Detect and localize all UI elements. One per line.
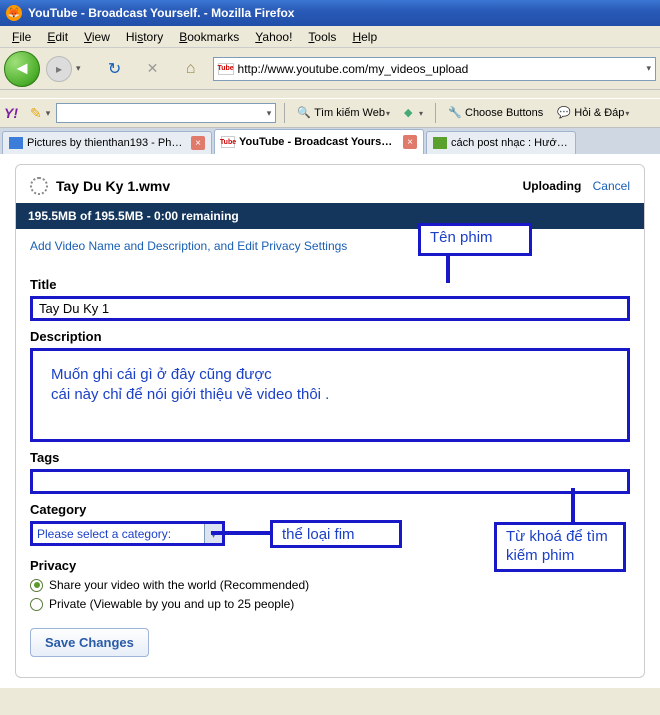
tags-label: Tags [30,450,630,465]
forward-button[interactable]: ▸ [46,56,72,82]
tab-photobucket[interactable]: Pictures by thienthan193 - Photobucket × [2,131,212,154]
yahoo-toolbar: Y! ✎ ▾ ▾ 🔍 Tìm kiếm Web ▾ ◆▾ 🔧 Choose Bu… [0,98,660,128]
qa-button[interactable]: 💬 Hỏi & Đáp ▾ [553,106,633,120]
annotation-tags: Từ khoá để tìm kiếm phim [494,522,626,572]
pencil-icon[interactable]: ✎ [30,105,42,122]
description-input[interactable]: Muốn ghi cái gì ở đây cũng được cái này … [30,348,630,442]
menu-bookmarks[interactable]: Bookmarks [171,28,247,46]
category-select[interactable]: Please select a category: ▾ [30,521,225,546]
desc-line: Muốn ghi cái gì ở đây cũng được [51,365,609,385]
tab-label: YouTube - Broadcast Yourself. [239,136,395,148]
menu-help[interactable]: Help [344,28,385,46]
nav-history-dropdown[interactable]: ▾ [76,63,81,74]
category-label: Category [30,502,630,517]
close-icon[interactable]: × [191,136,205,150]
annotation-title: Tên phim [418,223,532,256]
progress-bar: 195.5MB of 195.5MB - 0:00 remaining [16,203,644,229]
menu-tools[interactable]: Tools [300,28,344,46]
photobucket-favicon [9,137,23,149]
desc-line: cái này chỉ để nói giới thiệu về video t… [51,385,609,405]
annotation-stub [211,531,270,535]
upload-card: Tay Du Ky 1.wmv Uploading Cancel 195.5MB… [15,164,645,678]
page-viewport: Tay Du Ky 1.wmv Uploading Cancel 195.5MB… [0,154,660,688]
toolbar-separator [435,103,436,123]
menu-yahoo[interactable]: Yahoo! [247,28,300,46]
tab-youtube[interactable]: Tube YouTube - Broadcast Yourself. × [214,129,424,154]
form-area: Title Description Muốn ghi cái gì ở đây … [16,263,644,663]
firefox-icon: 🦊 [6,5,22,21]
url-dropdown[interactable]: ▾ [646,63,651,74]
close-icon[interactable]: × [403,135,417,149]
tab-label: Pictures by thienthan193 - Photobucket [27,137,183,149]
privacy-private-label: Private (Viewable by you and up to 25 pe… [49,597,294,611]
choose-buttons-label: Choose Buttons [465,107,543,119]
choose-buttons[interactable]: 🔧 Choose Buttons [444,106,547,120]
window-title: YouTube - Broadcast Yourself. - Mozilla … [28,6,294,20]
stop-button[interactable]: ✕ [137,53,169,85]
search-icon: 🔍 [297,106,311,120]
cancel-link[interactable]: Cancel [593,179,630,193]
upload-header: Tay Du Ky 1.wmv Uploading Cancel [16,165,644,203]
home-button[interactable]: ⌂ [175,53,207,85]
wrench-icon: 🔧 [448,106,462,120]
annotation-line: Từ khoá để tìm [506,528,614,547]
annotation-category: thể loại fim [270,520,402,548]
tab-strip: Pictures by thienthan193 - Photobucket ×… [0,128,660,154]
url-input[interactable] [238,62,643,76]
yahoo-search-input[interactable]: ▾ [56,103,276,123]
qa-label: Hỏi & Đáp [574,107,624,119]
menu-file[interactable]: File [4,28,39,46]
annotation-stub [446,256,450,283]
menu-view[interactable]: View [76,28,118,46]
yahoo-logo-icon[interactable]: Y! [4,105,24,121]
tab-label: cách post nhạc : Hướng dẫn [451,137,569,149]
annotation-stub [571,488,575,522]
description-label: Description [30,329,630,344]
instruction-text: Add Video Name and Description, and Edit… [16,229,644,263]
save-button[interactable]: Save Changes [30,628,149,657]
radio-checked-icon[interactable] [30,579,43,592]
shield-button[interactable]: ◆▾ [400,106,427,120]
shield-icon: ◆ [404,106,418,120]
site-favicon: Tube [218,63,234,75]
back-button[interactable]: ◄ [4,51,40,87]
toolbar-separator [284,103,285,123]
title-input[interactable] [30,296,630,321]
toolbar-spacer [0,90,660,98]
yahoo-options-caret[interactable]: ▾ [46,108,51,119]
tab-guide[interactable]: cách post nhạc : Hướng dẫn [426,131,576,154]
reload-button[interactable]: ↻ [99,53,131,85]
privacy-public-option[interactable]: Share your video with the world (Recomme… [30,578,630,592]
menu-bar: File Edit View History Bookmarks Yahoo! … [0,26,660,48]
radio-unchecked-icon[interactable] [30,598,43,611]
upload-filename: Tay Du Ky 1.wmv [56,178,170,194]
youtube-favicon: Tube [221,136,235,148]
title-label: Title [30,277,630,292]
generic-favicon [433,137,447,149]
tags-input[interactable] [30,469,630,494]
chat-icon: 💬 [557,106,571,120]
search-web-button[interactable]: 🔍 Tìm kiếm Web ▾ [293,106,394,120]
privacy-public-label: Share your video with the world (Recomme… [49,578,309,592]
search-web-label: Tìm kiếm Web [314,107,385,119]
spinner-icon [30,177,48,195]
upload-status: Uploading [523,179,582,193]
menu-edit[interactable]: Edit [39,28,76,46]
annotation-line: kiếm phim [506,547,614,566]
nav-toolbar: ◄ ▸ ▾ ↻ ✕ ⌂ Tube ▾ [0,48,660,90]
privacy-private-option[interactable]: Private (Viewable by you and up to 25 pe… [30,597,630,611]
window-titlebar: 🦊 YouTube - Broadcast Yourself. - Mozill… [0,0,660,26]
menu-history[interactable]: History [118,28,171,46]
url-bar[interactable]: Tube ▾ [213,57,656,81]
category-value: Please select a category: [37,527,171,541]
